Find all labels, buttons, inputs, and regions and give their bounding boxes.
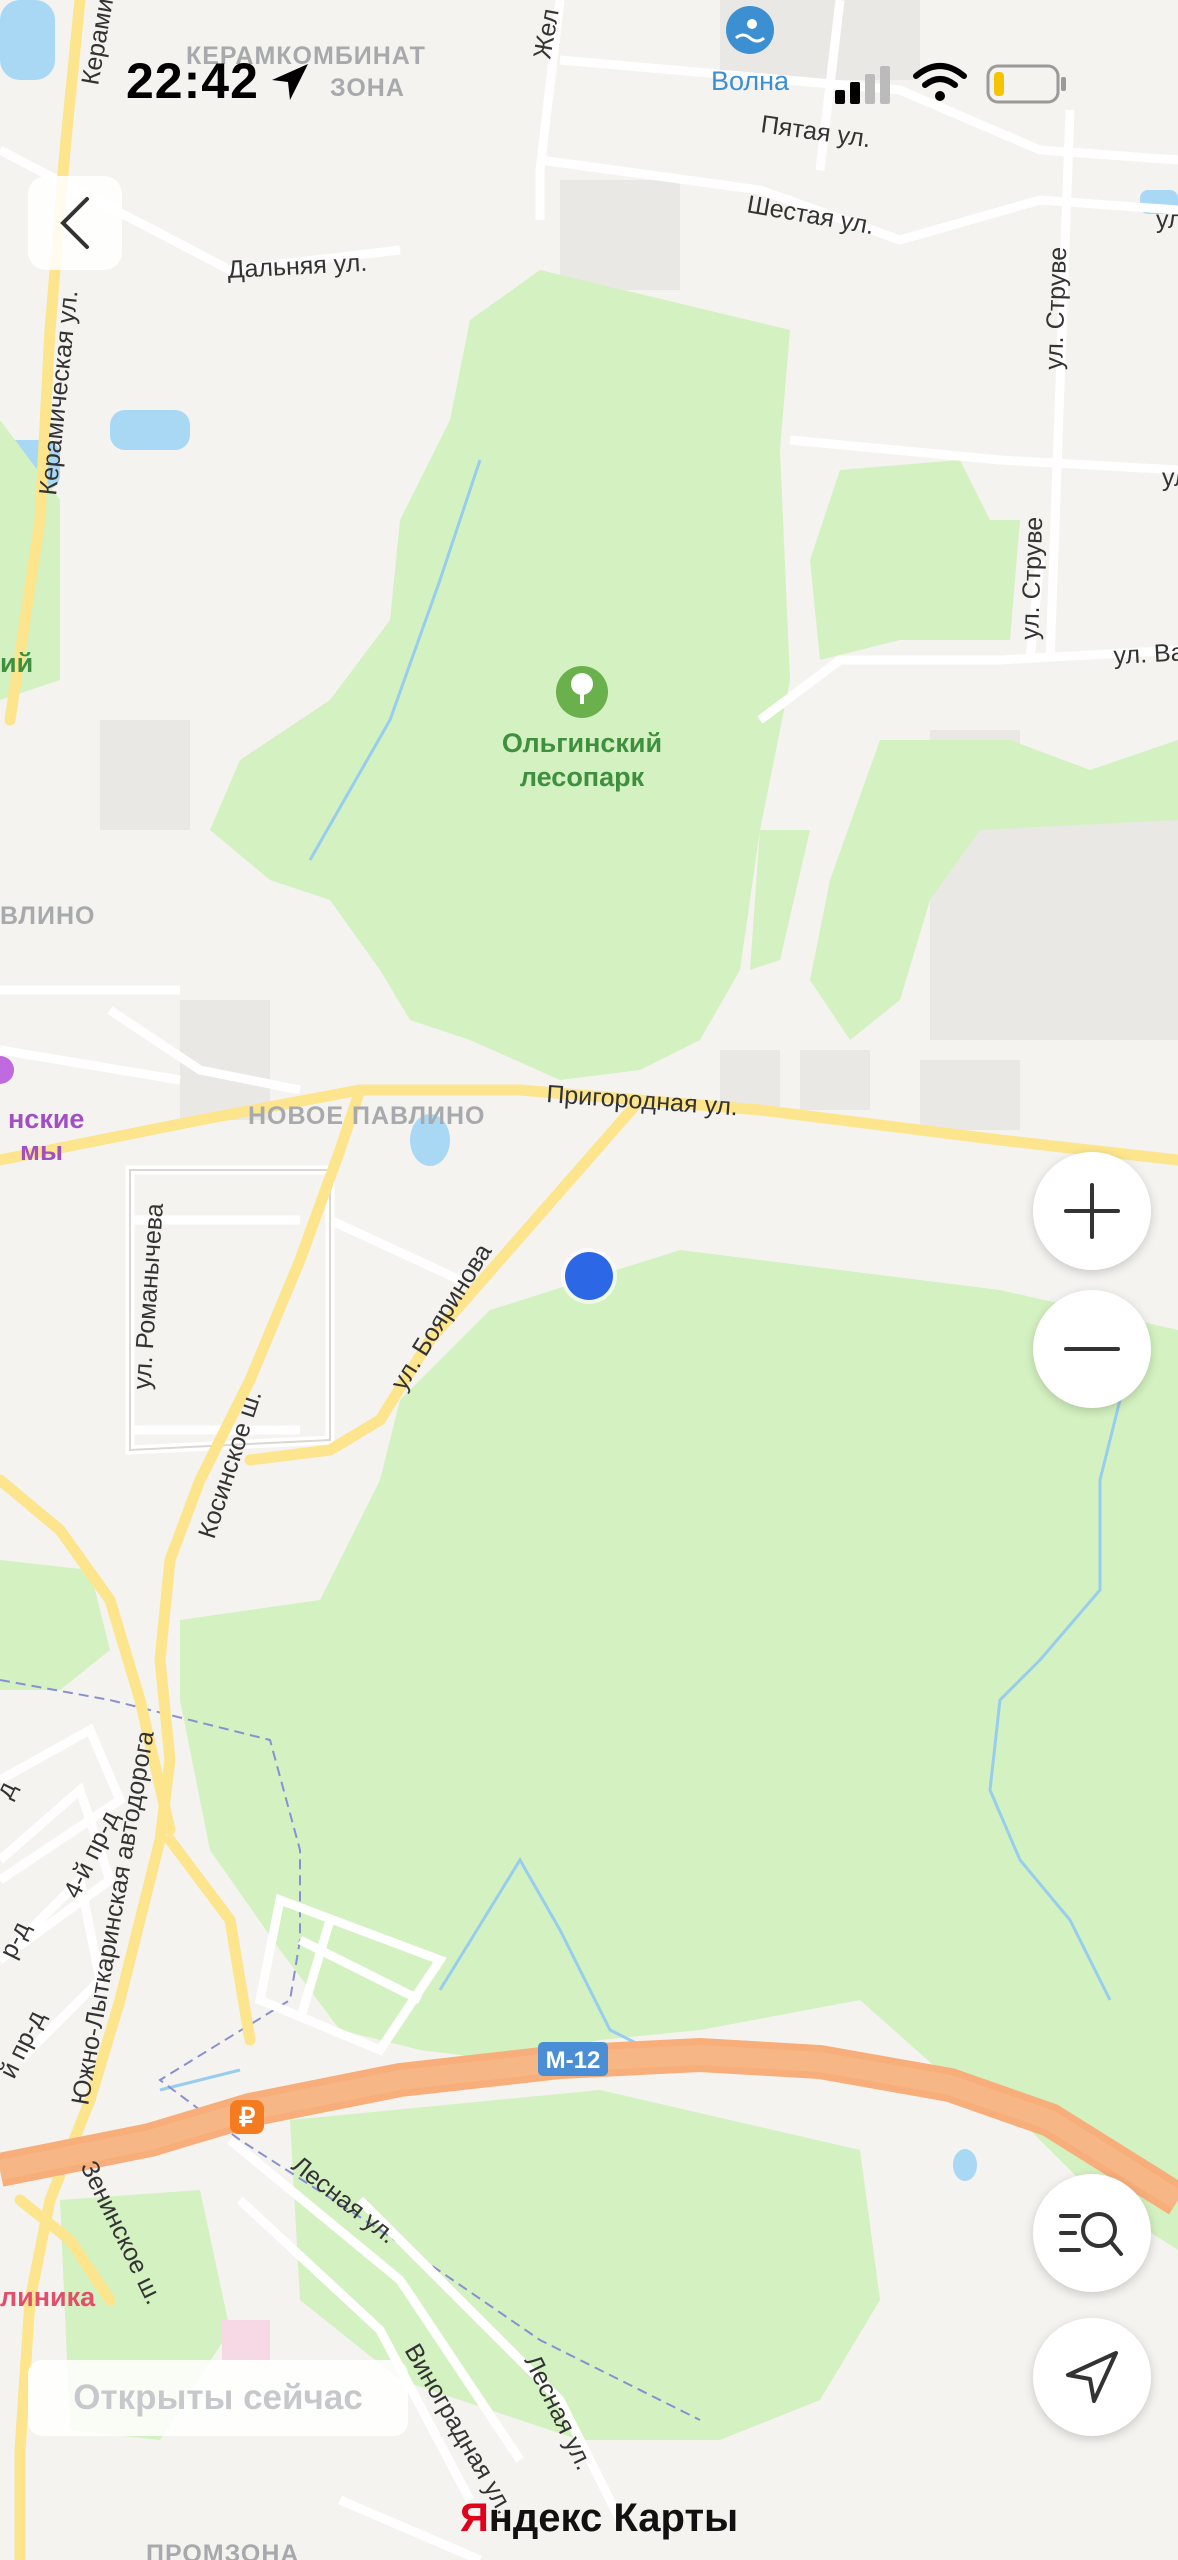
battery-low-icon xyxy=(986,64,1066,104)
my-location-button[interactable] xyxy=(1033,2318,1151,2436)
brand-first-letter: Я xyxy=(460,2496,489,2540)
swimming-icon xyxy=(726,6,774,54)
zoom-in-button[interactable] xyxy=(1033,1152,1151,1270)
brand-rest: ндекс Карты xyxy=(488,2496,739,2540)
svg-text:₽: ₽ xyxy=(239,2102,256,2132)
poi-volna-label: Волна xyxy=(711,66,790,96)
search-list-button[interactable] xyxy=(1033,2174,1151,2292)
park-name-line1: Ольгинский xyxy=(502,728,662,758)
road-ul-right-2: ул xyxy=(1162,464,1178,492)
open-now-filter-chip[interactable]: Открыты сейчас xyxy=(28,2360,408,2436)
back-button[interactable] xyxy=(28,176,122,270)
district-novoe-pavlino: НОВОЕ ПАВЛИНО xyxy=(248,1102,485,1130)
district-pavlino: ВЛИНО xyxy=(0,902,95,930)
park-name-line2: лесопарк xyxy=(520,762,645,792)
road-ul-va: ул. Ва xyxy=(1113,638,1178,670)
poi-clinic: линика xyxy=(0,2282,96,2312)
clinic-building xyxy=(222,2320,270,2360)
district-promzona: ПРОМЗОНА xyxy=(146,2540,299,2560)
poi-purple-line2: мы xyxy=(20,1136,63,1166)
yandex-maps-logo: Яндекс Карты xyxy=(460,2496,738,2541)
cellular-signal-icon xyxy=(835,66,890,104)
svg-text:М-12: М-12 xyxy=(546,2047,601,2074)
road-ul-right-1: ул xyxy=(1156,206,1178,234)
status-time: 22:42 xyxy=(126,53,259,109)
toll-road-icon: ₽ xyxy=(230,2100,264,2134)
search-list-icon xyxy=(1059,2212,1123,2256)
road-struve-1: ул. Струве xyxy=(1040,246,1072,370)
poi-green-left: ий xyxy=(0,648,33,678)
poi-purple-line1: нские xyxy=(8,1104,84,1134)
zoom-out-button[interactable] xyxy=(1033,1290,1151,1408)
user-location-dot xyxy=(561,1248,617,1304)
road-struve-2: ул. Струве xyxy=(1016,516,1048,640)
wifi-icon xyxy=(913,63,967,101)
plus-icon xyxy=(1064,1183,1120,1239)
navigation-arrow-icon xyxy=(1066,2351,1118,2403)
location-arrow-icon xyxy=(272,64,308,100)
minus-icon xyxy=(1064,1347,1120,1351)
map-canvas[interactable]: КЕРАМКОМБИНАТ ЗОНА ВЛИНО НОВОЕ ПАВЛИНО П… xyxy=(0,0,1178,2560)
district-keramkombinat-zone: ЗОНА xyxy=(330,74,405,102)
m12-shield: М-12 xyxy=(538,2042,608,2076)
back-chevron-icon xyxy=(60,197,89,249)
